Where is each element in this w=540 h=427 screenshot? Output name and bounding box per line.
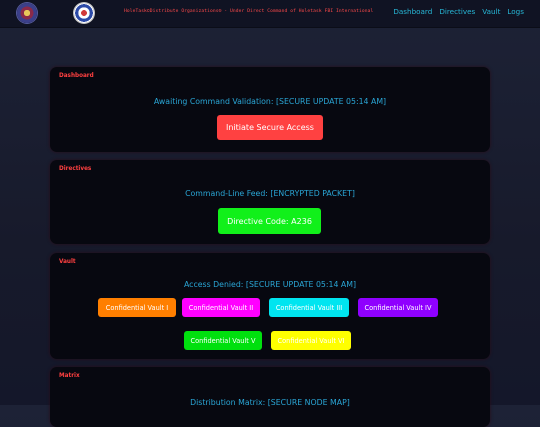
- dashboard-card: Dashboard Awaiting Command Validation: […: [50, 67, 490, 152]
- top-bar: HoleTask©Distribute Organizations® - Und…: [0, 0, 540, 28]
- directives-status-text: Command-Line Feed: [ENCRYPTED PACKET]: [185, 189, 355, 198]
- confidential-vault-6-button[interactable]: Confidential Vault VI: [271, 331, 351, 350]
- dashboard-status-text: Awaiting Command Validation: [SECURE UPD…: [153, 97, 387, 106]
- matrix-card: Matrix Distribution Matrix: [SECURE NODE…: [50, 367, 490, 427]
- vault-card: Vault Access Denied: [SECURE UPDATE 05:1…: [50, 253, 490, 359]
- directives-card-title: Directives: [59, 166, 92, 172]
- confidential-vault-3-button[interactable]: Confidential Vault III: [269, 298, 349, 317]
- organization-emblem-icon: [17, 3, 37, 23]
- confidential-vault-2-button[interactable]: Confidential Vault II: [182, 298, 260, 317]
- nav-link-dashboard[interactable]: Dashboard: [393, 7, 432, 16]
- organization-title: HoleTask©Distribute Organizations® - Und…: [124, 9, 374, 14]
- nav-link-directives[interactable]: Directives: [439, 7, 475, 16]
- nav-link-logs[interactable]: Logs: [507, 7, 524, 16]
- agency-seal-icon: [74, 3, 94, 23]
- confidential-vault-1-button[interactable]: Confidential Vault I: [98, 298, 176, 317]
- vault-card-title: Vault: [59, 259, 76, 265]
- initiate-secure-access-button[interactable]: Initiate Secure Access: [217, 115, 323, 140]
- matrix-card-title: Matrix: [59, 373, 80, 379]
- dashboard-card-title: Dashboard: [59, 73, 94, 79]
- vault-status-text: Access Denied: [SECURE UPDATE 05:14 AM]: [183, 280, 357, 289]
- confidential-vault-4-button[interactable]: Confidential Vault IV: [358, 298, 438, 317]
- nav-link-vault[interactable]: Vault: [482, 7, 500, 16]
- directives-card: Directives Command-Line Feed: [ENCRYPTED…: [50, 160, 490, 244]
- directive-code-button[interactable]: Directive Code: A236: [218, 208, 321, 234]
- main-nav: Dashboard Directives Vault Logs: [393, 7, 524, 16]
- matrix-status-text: Distribution Matrix: [SECURE NODE MAP]: [190, 398, 350, 407]
- confidential-vault-5-button[interactable]: Confidential Vault V: [184, 331, 262, 350]
